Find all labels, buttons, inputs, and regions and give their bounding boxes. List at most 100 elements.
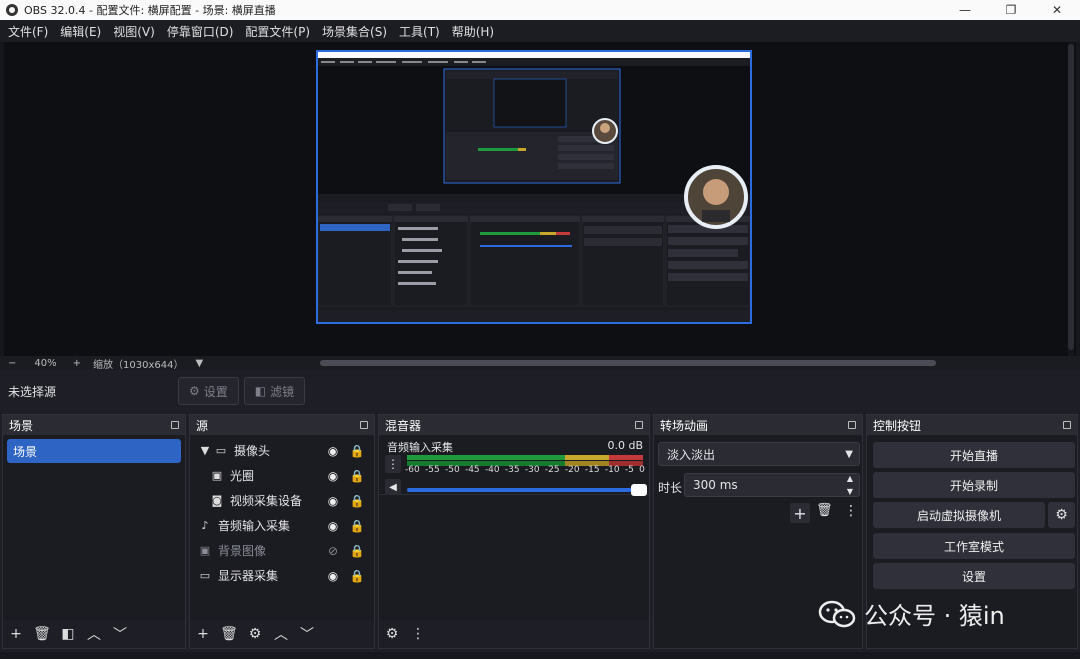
visibility-eye-icon[interactable]: ◉ xyxy=(326,469,340,483)
transition-select[interactable]: 淡入淡出 ▼ xyxy=(658,442,860,466)
zoom-out-button[interactable]: − xyxy=(8,358,16,369)
preview-program-image xyxy=(316,50,752,324)
sources-dock: 源 ▼ ▭ 摄像头 ◉ 🔒 ▣ 光圈 ◉ 🔒 ◙ 视频采集设备 ◉ 🔒 ♪ 音频… xyxy=(189,414,375,649)
mixer-menu-dots-icon[interactable]: ⋮ xyxy=(411,626,425,642)
move-down-chevron-icon[interactable]: ﹀ xyxy=(300,624,314,644)
source-filters-button[interactable]: ◧ 滤镜 xyxy=(243,377,306,405)
transition-selected-value: 淡入淡出 xyxy=(667,447,716,462)
undock-icon[interactable] xyxy=(848,421,856,429)
menu-tools[interactable]: 工具(T) xyxy=(395,23,444,40)
hidden-eye-slash-icon[interactable]: ⊘ xyxy=(326,544,340,558)
move-down-chevron-icon[interactable]: ﹀ xyxy=(113,624,127,644)
undock-icon[interactable] xyxy=(1063,421,1071,429)
preview-vertical-scrollbar[interactable] xyxy=(1068,42,1074,356)
scale-tick: -25 xyxy=(544,465,560,475)
scene-filters-icon[interactable]: ◧ xyxy=(61,626,75,642)
watermark: 公众号 · 猿in xyxy=(818,596,1005,631)
lock-icon[interactable]: 🔒 xyxy=(350,444,365,458)
camera-icon: ◙ xyxy=(211,494,223,507)
undock-icon[interactable] xyxy=(171,421,179,429)
source-row-video-capture[interactable]: ◙ 视频采集设备 ◉ 🔒 xyxy=(190,488,374,513)
lock-icon[interactable]: 🔒 xyxy=(350,519,365,533)
zoom-in-button[interactable]: + xyxy=(73,358,81,369)
zoom-scale-label: 缩放（1030x644） xyxy=(93,359,184,371)
add-scene-button[interactable]: + xyxy=(9,626,23,642)
transition-menu-dots-icon[interactable]: ⋮ xyxy=(844,503,858,519)
source-name: 光圈 xyxy=(230,469,255,483)
maximize-button[interactable]: ❐ xyxy=(988,0,1034,20)
scale-tick: -35 xyxy=(504,465,520,475)
settings-button[interactable]: 设置 xyxy=(873,563,1075,589)
mixer-db-value: 0.0 dB xyxy=(607,439,643,452)
visibility-eye-icon[interactable]: ◉ xyxy=(326,444,340,458)
duration-label: 时长 xyxy=(658,481,683,495)
menu-help[interactable]: 帮助(H) xyxy=(448,23,498,40)
spin-down-icon[interactable]: ▼ xyxy=(847,487,853,496)
source-row-display-capture[interactable]: ▭ 显示器采集 ◉ 🔒 xyxy=(190,563,374,588)
wechat-icon xyxy=(818,600,856,628)
zoom-dropdown-icon[interactable]: ▼ xyxy=(195,358,203,369)
close-button[interactable]: ✕ xyxy=(1034,0,1080,20)
remove-source-trash-icon[interactable]: 🗑 xyxy=(220,626,238,642)
source-toolbar: 未选择源 ⚙ 设置 ◧ 滤镜 xyxy=(0,372,1080,410)
scale-tick: -55 xyxy=(424,465,440,475)
preview-image-graphic xyxy=(318,52,750,322)
lock-icon[interactable]: 🔒 xyxy=(350,469,365,483)
sources-title: 源 xyxy=(196,418,209,433)
source-properties-gear-icon[interactable]: ⚙ xyxy=(248,626,262,642)
move-up-chevron-icon[interactable]: ︿ xyxy=(87,624,101,644)
scale-tick: -50 xyxy=(444,465,460,475)
audio-meter-top xyxy=(407,455,643,460)
source-name: 音频输入采集 xyxy=(218,519,291,533)
studio-mode-button[interactable]: 工作室模式 xyxy=(873,533,1075,559)
menu-scene-collection[interactable]: 场景集合(S) xyxy=(318,23,391,40)
minimize-button[interactable]: — xyxy=(942,0,988,20)
menu-edit[interactable]: 编辑(E) xyxy=(56,23,105,40)
add-transition-button[interactable]: + xyxy=(790,503,810,523)
duration-spinbox[interactable]: 300 ms ▲ ▼ xyxy=(684,473,860,497)
source-row-aperture[interactable]: ▣ 光圈 ◉ 🔒 xyxy=(190,463,374,488)
remove-scene-trash-icon[interactable]: 🗑 xyxy=(33,626,51,642)
scenes-dock: 场景 场景 + 🗑 ◧ ︿ ﹀ xyxy=(2,414,186,649)
scale-tick: -60 xyxy=(405,465,420,475)
source-name: 显示器采集 xyxy=(218,569,279,583)
scale-tick: -45 xyxy=(464,465,480,475)
undock-icon[interactable] xyxy=(360,421,368,429)
preview-horizontal-scrollbar[interactable] xyxy=(320,360,936,366)
virtual-camera-settings-gear-icon[interactable]: ⚙ xyxy=(1048,502,1075,528)
source-row-camera-group[interactable]: ▼ ▭ 摄像头 ◉ 🔒 xyxy=(190,438,374,463)
spin-up-icon[interactable]: ▲ xyxy=(847,474,853,483)
menu-docks[interactable]: 停靠窗口(D) xyxy=(163,23,238,40)
mixer-settings-gear-icon[interactable]: ⚙ xyxy=(385,626,399,642)
wechat-icon-graphic xyxy=(818,600,856,627)
start-virtual-camera-button[interactable]: 启动虚拟摄像机 xyxy=(873,502,1045,528)
lock-icon[interactable]: 🔒 xyxy=(350,569,365,583)
lock-icon[interactable]: 🔒 xyxy=(350,494,365,508)
source-settings-button[interactable]: ⚙ 设置 xyxy=(178,377,239,405)
visibility-eye-icon[interactable]: ◉ xyxy=(326,519,340,533)
source-filters-label: 滤镜 xyxy=(270,384,295,399)
start-recording-button[interactable]: 开始录制 xyxy=(873,472,1075,498)
mixer-title: 混音器 xyxy=(385,418,422,433)
volume-slider[interactable] xyxy=(407,484,647,496)
lock-icon[interactable]: 🔒 xyxy=(350,544,365,558)
menu-file[interactable]: 文件(F) xyxy=(4,23,52,40)
speaker-mute-icon[interactable]: ◀ xyxy=(385,479,401,495)
start-streaming-button[interactable]: 开始直播 xyxy=(873,442,1075,468)
mixer-menu-dots-icon[interactable]: ⋮ xyxy=(385,455,401,473)
chevron-down-icon[interactable]: ▼ xyxy=(200,444,210,457)
source-name: 视频采集设备 xyxy=(230,494,303,508)
source-row-audio-input[interactable]: ♪ 音频输入采集 ◉ 🔒 xyxy=(190,513,374,538)
scale-tick: -10 xyxy=(604,465,620,475)
remove-transition-trash-icon[interactable]: 🗑 xyxy=(816,503,833,518)
visibility-eye-icon[interactable]: ◉ xyxy=(326,569,340,583)
move-up-chevron-icon[interactable]: ︿ xyxy=(274,624,288,644)
menu-profile[interactable]: 配置文件(P) xyxy=(241,23,314,40)
visibility-eye-icon[interactable]: ◉ xyxy=(326,494,340,508)
menu-view[interactable]: 视图(V) xyxy=(109,23,159,40)
undock-icon[interactable] xyxy=(635,421,643,429)
add-source-button[interactable]: + xyxy=(196,626,210,642)
scene-item[interactable]: 场景 xyxy=(7,439,181,463)
window-titlebar: OBS 32.0.4 - 配置文件: 横屏配置 - 场景: 横屏直播 — ❐ ✕ xyxy=(0,0,1080,20)
source-row-background-image[interactable]: ▣ 背景图像 ⊘ 🔒 xyxy=(190,538,374,563)
